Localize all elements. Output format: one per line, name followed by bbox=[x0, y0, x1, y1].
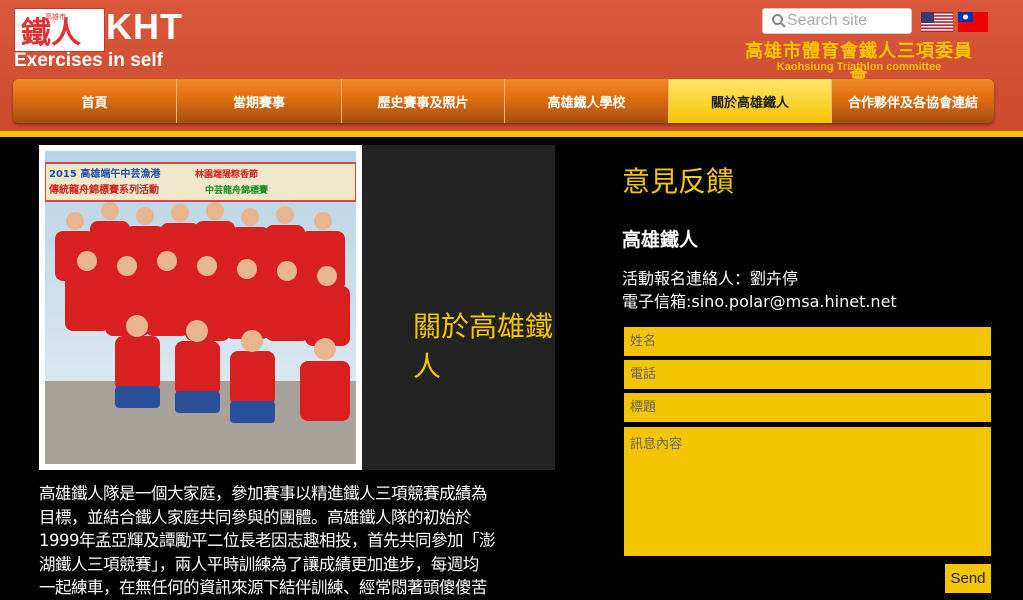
about-line: 湖鐵人三項競賽」，兩人平時訓練為了讓成績更加進步，每週均 bbox=[39, 554, 479, 574]
about-panel: 2015 高雄端午中芸漁港 傳統龍舟錦標賽系列活動 林園端陽粽香節 中芸龍舟錦標… bbox=[39, 145, 555, 470]
name-field[interactable] bbox=[624, 327, 991, 356]
about-line: 高雄鐵人隊是一個大家庭，參加賽事以精進鐵人三項競賽成績為 bbox=[39, 484, 488, 503]
about-line: 1999年孟亞輝及譚勵平二位長老因志趣相投，首先共同參加「澎 bbox=[39, 531, 496, 550]
about-paragraph: 高雄鐵人隊是一個大家庭，參加賽事以精進鐵人三項競賽成績為 目標，並結合鐵人家庭共… bbox=[39, 482, 555, 600]
svg-text:鐵人: 鐵人 bbox=[21, 16, 81, 51]
site-header: 鐵人 高雄市 KHT Exercises in self 高雄市體育會鐵人三項委… bbox=[0, 0, 1023, 131]
site-tagline: Exercises in self bbox=[14, 50, 163, 71]
search-icon bbox=[772, 14, 786, 28]
nav-item-about[interactable]: 關於高雄鐵人 bbox=[669, 79, 832, 123]
nav-item-school[interactable]: 高雄鐵人學校 bbox=[505, 79, 669, 123]
nav-item-home[interactable]: 首頁 bbox=[13, 79, 177, 123]
us-flag-icon[interactable] bbox=[921, 12, 953, 32]
header-divider bbox=[0, 131, 1023, 137]
send-button[interactable]: Send bbox=[945, 564, 991, 593]
taiwan-flag-icon[interactable] bbox=[958, 12, 988, 32]
main-nav: 首頁 當期賽事 歷史賽事及照片 高雄鐵人學校 關於高雄鐵人 合作夥伴及各協會連結 bbox=[13, 79, 994, 123]
site-logo[interactable]: 鐵人 高雄市 bbox=[14, 8, 105, 52]
nav-item-partners[interactable]: 合作夥伴及各協會連結 bbox=[832, 79, 994, 123]
search-input[interactable] bbox=[787, 9, 905, 33]
banner-line-2: 傳統龍舟錦標賽系列活動 bbox=[48, 183, 159, 196]
about-title: 關於高雄鐵人 bbox=[413, 310, 554, 383]
nav-item-current-events[interactable]: 當期賽事 bbox=[177, 79, 342, 123]
banner-line-3: 林園端陽粽香節 bbox=[195, 168, 258, 180]
message-field[interactable] bbox=[624, 427, 991, 556]
org-subtitle: Kaohsiung Triathlon committee bbox=[776, 61, 942, 73]
contact-email: 電子信箱:sino.polar@msa.hinet.net bbox=[622, 292, 897, 311]
feedback-org: 高雄鐵人 bbox=[622, 229, 699, 251]
about-line: 一起練車，在無任何的資訊來源下結伴訓練、經常悶著頭傻傻苦 bbox=[39, 578, 488, 597]
svg-text:高雄市: 高雄市 bbox=[45, 12, 66, 21]
about-line: 目標，並結合鐵人家庭共同參與的團體。高雄鐵人隊的初始於 bbox=[39, 507, 472, 527]
banner-line-1: 2015 高雄端午中芸漁港 bbox=[49, 167, 161, 180]
team-photo: 2015 高雄端午中芸漁港 傳統龍舟錦標賽系列活動 林園端陽粽香節 中芸龍舟錦標… bbox=[39, 145, 362, 470]
search-box[interactable] bbox=[762, 8, 912, 34]
banner-line-4: 中芸龍舟錦標賽 bbox=[205, 184, 269, 196]
nav-item-history[interactable]: 歷史賽事及照片 bbox=[342, 79, 505, 123]
subject-field[interactable] bbox=[624, 393, 991, 422]
feedback-title: 意見反饋 bbox=[622, 165, 735, 198]
phone-field[interactable] bbox=[624, 360, 991, 389]
logo-text: KHT bbox=[106, 6, 183, 47]
contact-person: 活動報名連絡人：劉卉停 bbox=[622, 269, 799, 288]
contact-info: 活動報名連絡人：劉卉停 電子信箱:sino.polar@msa.hinet.ne… bbox=[622, 267, 897, 313]
